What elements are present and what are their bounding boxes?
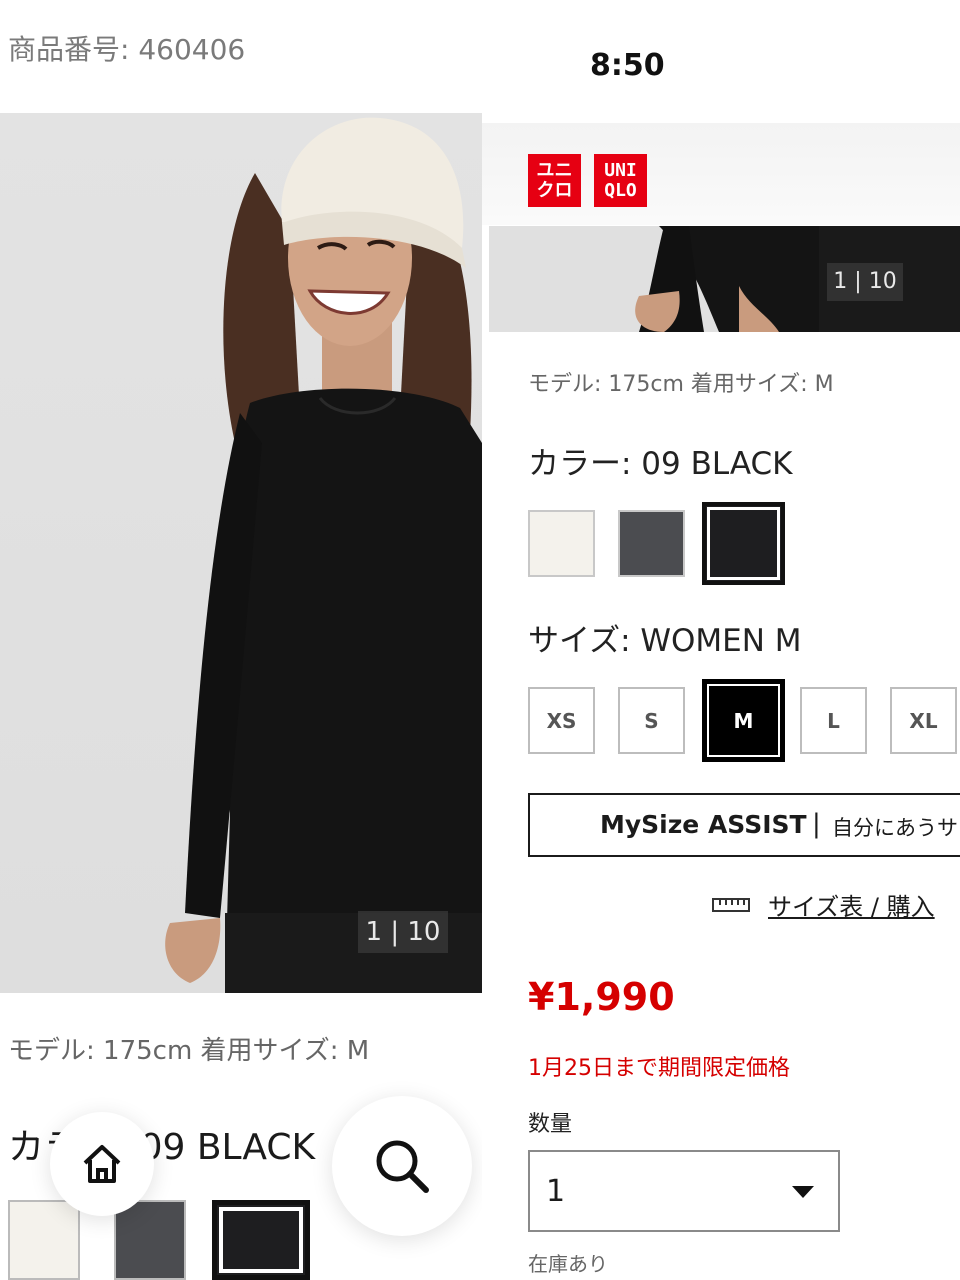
- mysize-text: 自分にあうサ: [832, 816, 958, 840]
- uniqlo-logo-latin[interactable]: UNI QLO: [594, 154, 647, 207]
- quantity-label: 数量: [528, 1112, 573, 1137]
- mysize-separator: |: [812, 809, 821, 839]
- product-photo[interactable]: 1 | 10: [489, 226, 960, 332]
- uniqlo-logo-katakana[interactable]: ユニ クロ: [528, 154, 581, 207]
- site-header: ユニ クロ UNI QLO: [482, 123, 960, 225]
- size-label: サイズ: WOMEN M: [528, 623, 802, 659]
- stock-status: 在庫あり: [528, 1252, 608, 1276]
- size-xs-button[interactable]: XS: [528, 687, 595, 754]
- left-screenshot-panel: 商品番号: 460406 1 | 10 モデル: 175cm 着用サイズ: M …: [0, 0, 482, 1280]
- status-time: 8:50: [590, 48, 665, 83]
- swatch-dark-gray[interactable]: [618, 510, 685, 577]
- home-icon: [83, 1145, 121, 1183]
- image-counter: 1 | 10: [358, 911, 448, 953]
- logo-katakana-bottom: クロ: [536, 179, 573, 201]
- size-l-button[interactable]: L: [800, 687, 867, 754]
- logo-latin-bottom: QLO: [604, 179, 637, 201]
- price: ¥1,990: [528, 975, 675, 1019]
- size-chart-link[interactable]: サイズ表 / 購入: [768, 887, 935, 922]
- swatch-dark-gray[interactable]: [114, 1200, 186, 1280]
- quantity-value: 1: [546, 1174, 566, 1209]
- size-xl-button[interactable]: XL: [890, 687, 957, 754]
- mysize-assist-button[interactable]: MySize ASSIST | 自分にあうサ: [528, 793, 960, 857]
- size-m-button[interactable]: M: [702, 679, 785, 762]
- swatch-off-white[interactable]: [528, 510, 595, 577]
- ruler-icon: [712, 898, 750, 912]
- model-illustration: [165, 117, 482, 993]
- logo-katakana-top: ユニ: [536, 159, 573, 181]
- swatch-black[interactable]: [212, 1200, 310, 1280]
- size-s-button[interactable]: S: [618, 687, 685, 754]
- quantity-select[interactable]: 1: [528, 1150, 840, 1232]
- model-info: モデル: 175cm 着用サイズ: M: [8, 1036, 370, 1066]
- color-label: カラー: 09 BLACK: [528, 446, 793, 482]
- search-button[interactable]: [332, 1096, 472, 1236]
- mysize-brand: MySize ASSIST: [600, 810, 807, 839]
- logo-latin-top: UNI: [604, 159, 637, 181]
- chevron-down-icon: [792, 1186, 814, 1198]
- product-photo[interactable]: 1 | 10: [0, 113, 482, 993]
- right-screenshot-panel: 8:50 ユニ クロ UNI QLO 1 | 10 モデル: 175cm 着用サ…: [482, 0, 960, 1280]
- swatch-black[interactable]: [702, 502, 785, 585]
- promo-text: 1月25日まで期間限定価格: [528, 1056, 790, 1081]
- home-button[interactable]: [50, 1112, 154, 1216]
- image-counter: 1 | 10: [827, 263, 903, 301]
- swatch-off-white[interactable]: [8, 1200, 80, 1280]
- model-info: モデル: 175cm 着用サイズ: M: [528, 372, 834, 397]
- product-code: 商品番号: 460406: [8, 33, 246, 66]
- search-icon: [376, 1140, 429, 1193]
